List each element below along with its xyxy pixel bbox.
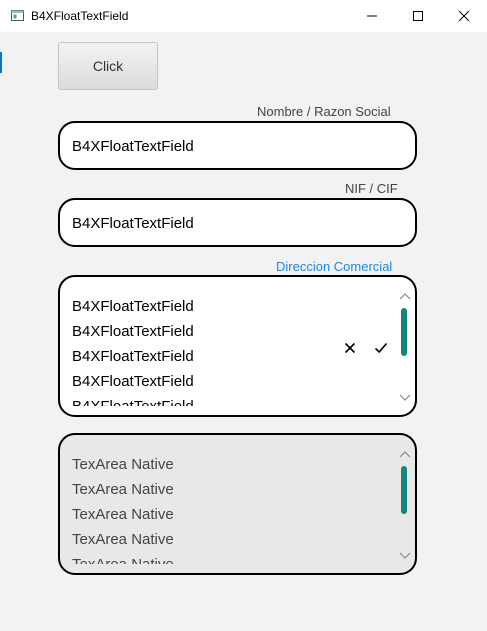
- minimize-button[interactable]: [349, 0, 395, 32]
- chevron-down-icon[interactable]: [399, 394, 411, 402]
- text-line: B4XFloatTextField: [72, 348, 194, 365]
- text-line: TexArea Native: [72, 481, 174, 498]
- direccion-lines: B4XFloatTextField B4XFloatTextField B4XF…: [72, 294, 332, 406]
- click-button[interactable]: Click: [58, 42, 158, 90]
- text-line: B4XFloatTextField: [72, 373, 194, 390]
- direccion-textarea[interactable]: B4XFloatTextField B4XFloatTextField B4XF…: [58, 275, 417, 417]
- text-line: TexArea Native: [72, 456, 174, 473]
- text-line: B4XFloatTextField: [72, 298, 194, 315]
- taskbar-accent: [0, 52, 2, 73]
- app-icon: [11, 10, 24, 21]
- accept-icon[interactable]: [374, 341, 388, 355]
- text-line: TexArea Native: [72, 531, 174, 548]
- maximize-button[interactable]: [395, 0, 441, 32]
- direccion-label: Direccion Comercial: [276, 259, 393, 274]
- title-bar: B4XFloatTextField: [0, 0, 487, 32]
- close-button[interactable]: [441, 0, 487, 32]
- text-line: TexArea Native: [72, 552, 332, 564]
- chevron-up-icon[interactable]: [399, 292, 411, 300]
- nif-label: NIF / CIF: [345, 181, 398, 196]
- close-icon: [458, 10, 470, 22]
- nombre-label: Nombre / Razon Social: [257, 104, 391, 119]
- native-textarea[interactable]: TexArea Native TexArea Native TexArea Na…: [58, 433, 417, 575]
- minimize-icon: [367, 15, 377, 17]
- nif-value: B4XFloatTextField: [72, 215, 194, 232]
- chevron-up-icon[interactable]: [399, 450, 411, 458]
- nombre-value: B4XFloatTextField: [72, 138, 194, 155]
- scrollbar-thumb[interactable]: [401, 308, 407, 356]
- text-line: TexArea Native: [72, 506, 174, 523]
- clear-icon[interactable]: [343, 341, 357, 355]
- text-line: B4XFloatTextField: [72, 394, 332, 406]
- window-title: B4XFloatTextField: [31, 9, 129, 23]
- chevron-down-icon[interactable]: [399, 552, 411, 560]
- nif-field[interactable]: B4XFloatTextField: [58, 198, 417, 247]
- maximize-icon: [413, 11, 423, 21]
- scrollbar-thumb[interactable]: [401, 466, 407, 514]
- nombre-field[interactable]: B4XFloatTextField: [58, 121, 417, 170]
- text-line: B4XFloatTextField: [72, 323, 194, 340]
- native-lines: TexArea Native TexArea Native TexArea Na…: [72, 452, 332, 564]
